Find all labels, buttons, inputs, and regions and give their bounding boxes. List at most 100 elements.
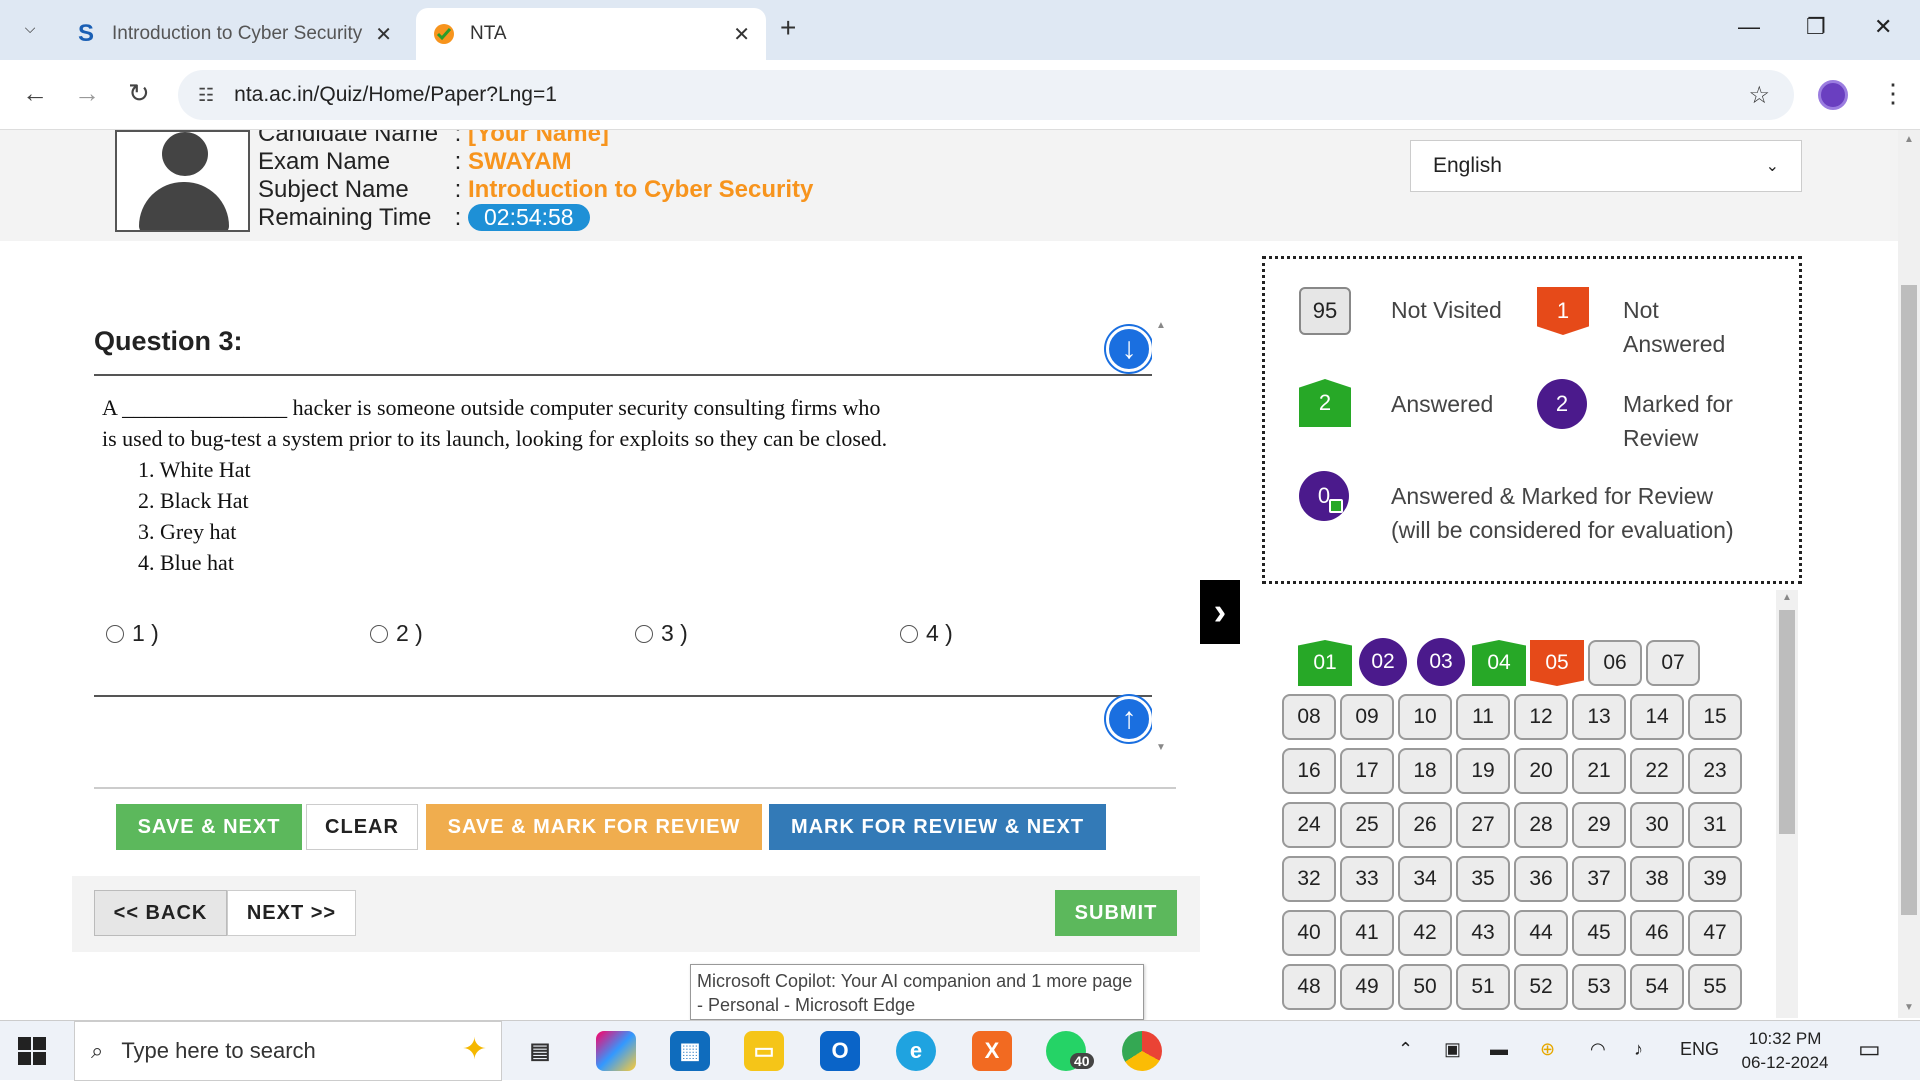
bookmark-star-icon[interactable]: ☆ — [1748, 81, 1770, 110]
palette-question-26[interactable]: 26 — [1398, 802, 1452, 848]
palette-question-09[interactable]: 09 — [1340, 694, 1394, 740]
palette-scroll-thumb[interactable] — [1779, 610, 1795, 834]
palette-question-43[interactable]: 43 — [1456, 910, 1510, 956]
site-info-icon[interactable]: ☷ — [198, 85, 214, 106]
wifi-icon[interactable]: ◠ — [1590, 1039, 1606, 1060]
page-scrollbar[interactable]: ▲ ▼ — [1898, 130, 1920, 1018]
palette-question-34[interactable]: 34 — [1398, 856, 1452, 902]
answer-radio-3[interactable]: 3 ) — [635, 620, 688, 647]
minimize-icon[interactable]: — — [1738, 14, 1760, 40]
tray-plus-icon[interactable]: ⊕ — [1540, 1039, 1555, 1060]
palette-question-19[interactable]: 19 — [1456, 748, 1510, 794]
palette-question-15[interactable]: 15 — [1688, 694, 1742, 740]
back-arrow-icon[interactable]: ← — [22, 78, 48, 109]
tab-intro-cyber-security[interactable]: S Introduction to Cyber Security ✕ — [58, 8, 408, 60]
scroll-up-icon[interactable]: ▲ — [1782, 592, 1792, 603]
forward-arrow-icon[interactable]: → — [74, 78, 100, 109]
submit-button[interactable]: SUBMIT — [1055, 890, 1177, 936]
palette-question-07[interactable]: 07 — [1646, 640, 1700, 686]
radio-circle-icon[interactable] — [635, 624, 653, 643]
volume-icon[interactable]: ♪ — [1634, 1039, 1643, 1060]
palette-question-20[interactable]: 20 — [1514, 748, 1568, 794]
palette-question-54[interactable]: 54 — [1630, 964, 1684, 1010]
task-view-icon[interactable]: ▤ — [520, 1031, 560, 1071]
url-omnibox[interactable]: ☷ nta.ac.in/Quiz/Home/Paper?Lng=1 ☆ — [178, 70, 1794, 120]
save-mark-review-button[interactable]: SAVE & MARK FOR REVIEW — [426, 804, 762, 850]
palette-question-04[interactable]: 04 — [1472, 640, 1526, 686]
palette-question-55[interactable]: 55 — [1688, 964, 1742, 1010]
notification-icon[interactable]: ▭ — [1858, 1035, 1881, 1064]
language-indicator[interactable]: ENG — [1680, 1039, 1719, 1060]
palette-question-22[interactable]: 22 — [1630, 748, 1684, 794]
palette-question-03[interactable]: 03 — [1417, 638, 1465, 686]
taskbar-search-input[interactable]: ⌕ Type here to search ✦ — [74, 1021, 502, 1081]
xampp-icon[interactable]: X — [972, 1031, 1012, 1071]
palette-question-32[interactable]: 32 — [1282, 856, 1336, 902]
palette-question-46[interactable]: 46 — [1630, 910, 1684, 956]
palette-scrollbar[interactable]: ▲ — [1776, 590, 1798, 1018]
palette-question-50[interactable]: 50 — [1398, 964, 1452, 1010]
clear-button[interactable]: CLEAR — [306, 804, 418, 850]
palette-question-12[interactable]: 12 — [1514, 694, 1568, 740]
palette-question-45[interactable]: 45 — [1572, 910, 1626, 956]
palette-question-23[interactable]: 23 — [1688, 748, 1742, 794]
file-explorer-icon[interactable]: ▭ — [744, 1031, 784, 1071]
windows-start-icon[interactable] — [18, 1037, 46, 1065]
palette-question-38[interactable]: 38 — [1630, 856, 1684, 902]
palette-question-16[interactable]: 16 — [1282, 748, 1336, 794]
tab-nta[interactable]: NTA ✕ — [416, 8, 766, 60]
palette-question-39[interactable]: 39 — [1688, 856, 1742, 902]
palette-question-42[interactable]: 42 — [1398, 910, 1452, 956]
palette-question-35[interactable]: 35 — [1456, 856, 1510, 902]
palette-question-21[interactable]: 21 — [1572, 748, 1626, 794]
palette-question-13[interactable]: 13 — [1572, 694, 1626, 740]
palette-question-01[interactable]: 01 — [1298, 640, 1352, 686]
palette-question-27[interactable]: 27 — [1456, 802, 1510, 848]
palette-question-29[interactable]: 29 — [1572, 802, 1626, 848]
url-text[interactable]: nta.ac.in/Quiz/Home/Paper?Lng=1 — [234, 83, 557, 107]
radio-circle-icon[interactable] — [106, 624, 124, 643]
reload-icon[interactable]: ↻ — [128, 78, 150, 109]
palette-question-49[interactable]: 49 — [1340, 964, 1394, 1010]
battery-icon[interactable]: ▬ — [1490, 1039, 1508, 1060]
new-tab-plus-icon[interactable]: + — [780, 12, 796, 44]
microsoft-store-icon[interactable]: ▦ — [670, 1031, 710, 1071]
tray-app-icon[interactable]: ▣ — [1444, 1039, 1461, 1060]
close-window-icon[interactable]: ✕ — [1874, 14, 1892, 40]
palette-question-40[interactable]: 40 — [1282, 910, 1336, 956]
question-scrollbar[interactable]: ▲ ▼ — [1152, 318, 1170, 762]
scroll-up-icon[interactable]: ▲ — [1904, 134, 1914, 145]
palette-question-41[interactable]: 41 — [1340, 910, 1394, 956]
palette-question-02[interactable]: 02 — [1359, 638, 1407, 686]
close-icon[interactable]: ✕ — [375, 22, 392, 47]
palette-question-31[interactable]: 31 — [1688, 802, 1742, 848]
palette-question-30[interactable]: 30 — [1630, 802, 1684, 848]
answer-radio-1[interactable]: 1 ) — [106, 620, 159, 647]
save-next-button[interactable]: SAVE & NEXT — [116, 804, 302, 850]
show-hidden-icons-chevron-icon[interactable]: ⌃ — [1398, 1039, 1413, 1060]
answer-radio-4[interactable]: 4 ) — [900, 620, 953, 647]
edge-browser-icon[interactable]: e — [896, 1031, 936, 1071]
scroll-down-arrow-icon[interactable]: ↓ — [1106, 326, 1152, 372]
collapse-panel-chevron-icon[interactable]: › — [1200, 580, 1240, 644]
radio-circle-icon[interactable] — [370, 624, 388, 643]
profile-avatar-icon[interactable] — [1818, 80, 1848, 110]
palette-question-08[interactable]: 08 — [1282, 694, 1336, 740]
scroll-down-icon[interactable]: ▼ — [1156, 742, 1166, 753]
palette-question-48[interactable]: 48 — [1282, 964, 1336, 1010]
palette-question-17[interactable]: 17 — [1340, 748, 1394, 794]
back-button[interactable]: << BACK — [94, 890, 227, 936]
palette-question-10[interactable]: 10 — [1398, 694, 1452, 740]
palette-question-53[interactable]: 53 — [1572, 964, 1626, 1010]
answer-radio-2[interactable]: 2 ) — [370, 620, 423, 647]
restore-icon[interactable]: ❐ — [1806, 14, 1826, 40]
mark-review-next-button[interactable]: MARK FOR REVIEW & NEXT — [769, 804, 1106, 850]
next-button[interactable]: NEXT >> — [227, 890, 356, 936]
radio-circle-icon[interactable] — [900, 624, 918, 643]
scroll-up-arrow-icon[interactable]: ↑ — [1106, 696, 1152, 742]
palette-question-25[interactable]: 25 — [1340, 802, 1394, 848]
browser-menu-icon[interactable]: ⋮ — [1880, 78, 1906, 109]
palette-question-36[interactable]: 36 — [1514, 856, 1568, 902]
taskbar-clock[interactable]: 10:32 PM 06-12-2024 — [1730, 1027, 1840, 1075]
scroll-down-icon[interactable]: ▼ — [1904, 1002, 1914, 1013]
